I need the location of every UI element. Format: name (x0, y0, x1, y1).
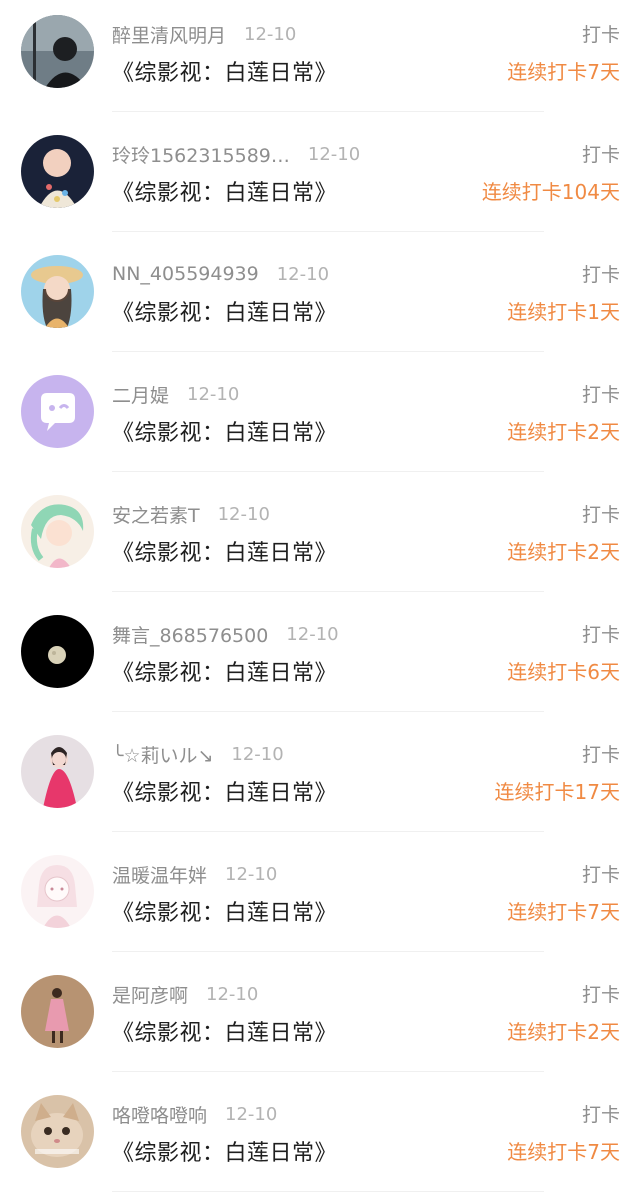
username[interactable]: 安之若素T (112, 501, 200, 528)
post-date: 12-10 (244, 23, 297, 45)
post-date: 12-10 (225, 1103, 278, 1125)
avatar[interactable] (21, 495, 94, 568)
streak-text: 连续打卡6天 (507, 660, 620, 684)
username[interactable]: 咯噔咯噔响 (112, 1101, 207, 1128)
post-date: 12-10 (187, 383, 240, 405)
avatar[interactable] (21, 975, 94, 1048)
feed-item[interactable]: 玲玲1562315589… 12-10 《综影视：白莲日常》 打卡 连续打卡10… (0, 120, 640, 240)
divider (112, 831, 544, 832)
post-date: 12-10 (286, 623, 339, 645)
divider (112, 351, 544, 352)
username[interactable]: 温暖温年姅 (112, 861, 207, 888)
checkin-label: 打卡 (581, 144, 620, 166)
streak-text: 连续打卡2天 (507, 540, 620, 564)
streak-text: 连续打卡1天 (507, 300, 620, 324)
book-title[interactable]: 《综影视：白莲日常》 (112, 655, 337, 687)
divider (112, 471, 544, 472)
checkin-label: 打卡 (581, 1104, 620, 1126)
feed-item[interactable]: 是阿彦啊 12-10 《综影视：白莲日常》 打卡 连续打卡2天 (0, 960, 640, 1080)
book-title[interactable]: 《综影视：白莲日常》 (112, 1135, 337, 1167)
feed-item[interactable]: 咯噔咯噔响 12-10 《综影视：白莲日常》 打卡 连续打卡7天 (0, 1080, 640, 1200)
book-title[interactable]: 《综影视：白莲日常》 (112, 535, 337, 567)
post-date: 12-10 (307, 143, 361, 165)
book-title[interactable]: 《综影视：白莲日常》 (112, 175, 337, 207)
avatar[interactable] (21, 1095, 94, 1168)
checkin-feed: 醉里清风明月 12-10 《综影视：白莲日常》 打卡 连续打卡7天 玲玲1562… (0, 0, 640, 1192)
divider (112, 231, 544, 232)
book-title[interactable]: 《综影视：白莲日常》 (112, 55, 337, 87)
checkin-label: 打卡 (581, 624, 620, 646)
checkin-label: 打卡 (581, 744, 620, 766)
feed-item[interactable]: 安之若素T 12-10 《综影视：白莲日常》 打卡 连续打卡2天 (0, 480, 640, 600)
divider (112, 951, 544, 952)
username[interactable]: 二月媞 (112, 381, 169, 408)
username[interactable]: 醉里清风明月 (112, 21, 226, 48)
streak-text: 连续打卡2天 (507, 1020, 620, 1044)
feed-item[interactable]: ╰☆莉いル↘ 12-10 《综影视：白莲日常》 打卡 连续打卡17天 (0, 720, 640, 840)
post-date: 12-10 (231, 743, 284, 765)
book-title[interactable]: 《综影视：白莲日常》 (112, 415, 337, 447)
divider (112, 711, 544, 712)
checkin-label: 打卡 (581, 504, 620, 526)
avatar[interactable] (21, 135, 94, 208)
divider (112, 111, 544, 112)
checkin-label: 打卡 (581, 984, 620, 1006)
avatar[interactable] (21, 255, 94, 328)
checkin-label: 打卡 (581, 264, 620, 286)
avatar[interactable] (21, 615, 94, 688)
book-title[interactable]: 《综影视：白莲日常》 (112, 895, 337, 927)
username[interactable]: ╰☆莉いル↘ (112, 741, 213, 768)
feed-item[interactable]: 二月媞 12-10 《综影视：白莲日常》 打卡 连续打卡2天 (0, 360, 640, 480)
streak-text: 连续打卡104天 (481, 180, 620, 204)
checkin-label: 打卡 (581, 384, 620, 406)
post-date: 12-10 (225, 863, 278, 885)
streak-text: 连续打卡7天 (507, 1140, 620, 1164)
streak-text: 连续打卡7天 (507, 60, 620, 84)
feed-item[interactable]: 醉里清风明月 12-10 《综影视：白莲日常》 打卡 连续打卡7天 (0, 0, 640, 120)
feed-item[interactable]: 温暖温年姅 12-10 《综影视：白莲日常》 打卡 连续打卡7天 (0, 840, 640, 960)
post-date: 12-10 (217, 503, 270, 525)
username[interactable]: 玲玲1562315589… (112, 141, 290, 168)
book-title[interactable]: 《综影视：白莲日常》 (112, 1015, 337, 1047)
streak-text: 连续打卡2天 (507, 420, 620, 444)
book-title[interactable]: 《综影视：白莲日常》 (112, 295, 337, 327)
post-date: 12-10 (206, 983, 259, 1005)
avatar[interactable] (21, 855, 94, 928)
streak-text: 连续打卡17天 (494, 780, 620, 804)
book-title[interactable]: 《综影视：白莲日常》 (112, 775, 337, 807)
post-date: 12-10 (276, 263, 330, 285)
divider (112, 591, 544, 592)
divider (112, 1071, 544, 1072)
username[interactable]: 舞言_868576500 (112, 621, 268, 648)
username[interactable]: 是阿彦啊 (112, 981, 188, 1008)
username[interactable]: NN_405594939 (112, 263, 259, 285)
checkin-label: 打卡 (581, 24, 620, 46)
avatar[interactable] (21, 735, 94, 808)
feed-item[interactable]: NN_405594939 12-10 《综影视：白莲日常》 打卡 连续打卡1天 (0, 240, 640, 360)
checkin-label: 打卡 (581, 864, 620, 886)
avatar[interactable] (21, 375, 94, 448)
streak-text: 连续打卡7天 (507, 900, 620, 924)
divider (112, 1191, 544, 1192)
feed-item[interactable]: 舞言_868576500 12-10 《综影视：白莲日常》 打卡 连续打卡6天 (0, 600, 640, 720)
avatar[interactable] (21, 15, 94, 88)
